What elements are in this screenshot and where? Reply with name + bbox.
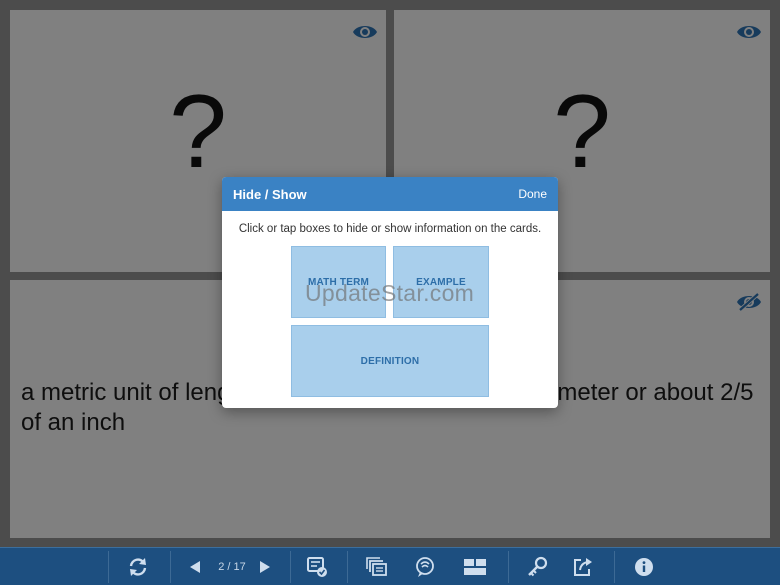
quiz-icon [307, 557, 327, 577]
prev-icon [190, 561, 200, 573]
key-icon [528, 556, 548, 577]
answer-key-button[interactable] [524, 548, 550, 585]
next-card-button[interactable] [256, 548, 274, 585]
toolbar-divider [290, 551, 291, 583]
toolbar-divider [108, 551, 109, 583]
bottom-toolbar: 2 / 17 [0, 547, 780, 585]
quiz-button[interactable] [304, 548, 330, 585]
dialog-instruction: Click or tap boxes to hide or show infor… [238, 223, 542, 235]
layout-icon [464, 559, 486, 575]
toolbar-divider [508, 551, 509, 583]
next-icon [260, 561, 270, 573]
cards-button[interactable] [364, 548, 390, 585]
audio-button[interactable] [412, 548, 438, 585]
toolbar-divider [347, 551, 348, 583]
done-button[interactable]: Done [518, 187, 547, 201]
layout-button[interactable] [461, 548, 489, 585]
share-button[interactable] [570, 548, 596, 585]
info-icon [635, 558, 653, 576]
shuffle-button[interactable] [124, 548, 152, 585]
toolbar-divider [614, 551, 615, 583]
previous-card-button[interactable] [186, 548, 204, 585]
watermark: UpdateStar.com [305, 280, 475, 306]
dialog-header: Hide / Show Done [222, 177, 558, 211]
dialog-title: Hide / Show [233, 186, 307, 202]
audio-icon [416, 557, 434, 577]
info-button[interactable] [632, 548, 656, 585]
toggle-definition-box[interactable]: DEFINITION [291, 325, 489, 397]
page-counter: 2 / 17 [218, 561, 246, 573]
shuffle-icon [129, 558, 147, 576]
share-icon [574, 558, 592, 576]
toolbar-divider [170, 551, 171, 583]
cards-icon [366, 557, 387, 576]
